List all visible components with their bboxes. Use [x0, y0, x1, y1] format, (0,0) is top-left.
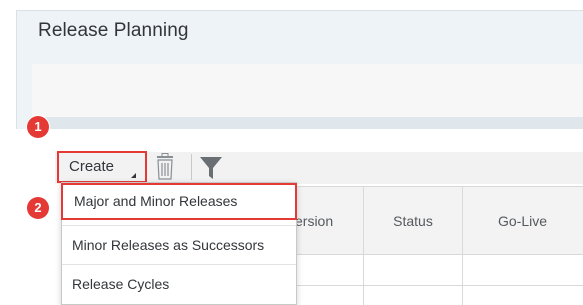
filter-icon[interactable] — [198, 155, 224, 181]
column-header-status[interactable]: Status — [364, 186, 462, 255]
column-header-go-live[interactable]: Go-Live — [462, 186, 583, 255]
page-title: Release Planning — [38, 20, 189, 41]
header-divider — [32, 117, 583, 129]
menu-item-release-cycles[interactable]: Release Cycles — [62, 264, 296, 303]
create-button[interactable]: Create — [57, 151, 147, 183]
toolbar-separator — [191, 154, 192, 180]
trash-icon[interactable] — [152, 153, 178, 181]
dropdown-caret-icon — [131, 173, 136, 178]
subheader-panel — [32, 64, 583, 117]
menu-item-minor-releases-as-successors[interactable]: Minor Releases as Successors — [62, 225, 296, 264]
column-divider — [462, 186, 463, 305]
menu-item-major-and-minor-releases[interactable]: Major and Minor Releases — [61, 183, 297, 220]
row-divider — [295, 285, 583, 286]
callout-badge-2: 2 — [27, 197, 49, 219]
callout-badge-1: 1 — [27, 116, 49, 138]
column-header-version[interactable]: ersion — [295, 186, 363, 255]
column-divider — [363, 186, 364, 305]
create-dropdown-menu: Major and Minor Releases Minor Releases … — [61, 182, 297, 305]
